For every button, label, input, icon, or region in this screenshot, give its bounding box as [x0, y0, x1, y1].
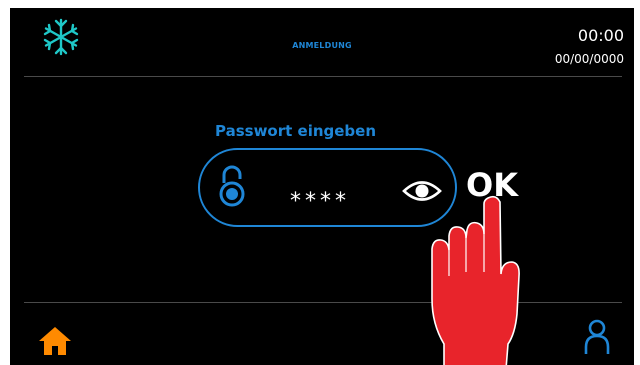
clock-time: 00:00 — [577, 26, 624, 45]
home-icon[interactable] — [38, 326, 72, 356]
user-icon[interactable] — [584, 319, 610, 355]
clock-date: 00/00/0000 — [554, 52, 624, 66]
page-title: ANMELDUNG — [292, 41, 352, 50]
password-mask: **** — [290, 189, 350, 214]
header-divider — [24, 76, 622, 77]
lock-icon — [219, 165, 245, 207]
footer-divider — [24, 302, 622, 303]
login-screen: ANMELDUNG 00:00 00/00/0000 Passwort eing… — [10, 8, 634, 365]
hand-pointer-icon — [431, 195, 520, 365]
snowflake-icon — [43, 18, 79, 56]
password-prompt: Passwort eingeben — [215, 122, 377, 140]
header-bar: ANMELDUNG 00:00 00/00/0000 — [10, 8, 634, 78]
